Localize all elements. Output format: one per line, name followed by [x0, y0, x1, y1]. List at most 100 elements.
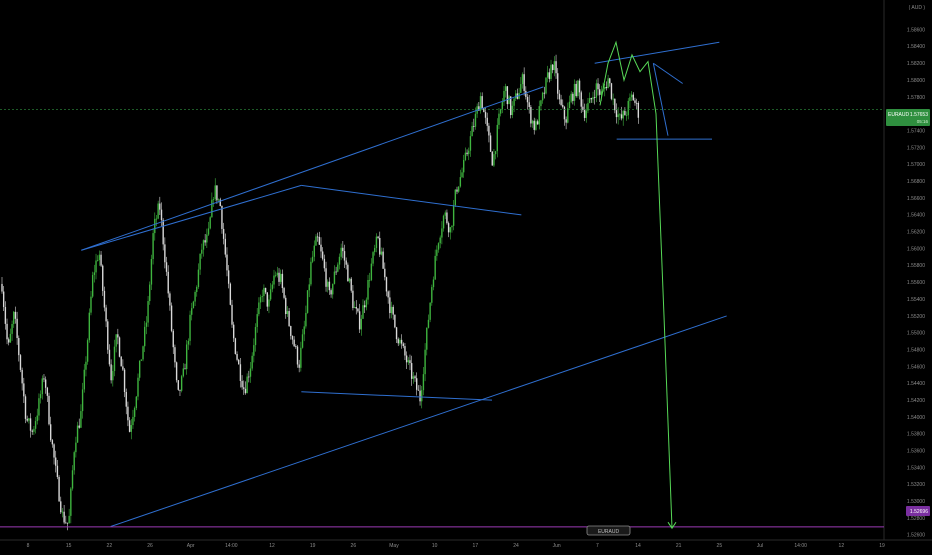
candle-body [177, 380, 179, 390]
candle-body [140, 359, 143, 361]
candle-body [211, 199, 213, 218]
candle-body [33, 428, 35, 432]
candle-body [26, 418, 28, 421]
candle-body [637, 102, 640, 118]
candle-body [629, 97, 631, 101]
x-tick-label: 17 [473, 543, 479, 549]
candle-body [607, 78, 609, 89]
candle-body [348, 278, 351, 282]
candle-body [259, 297, 262, 303]
candle-body [575, 83, 577, 97]
candle-body [18, 338, 20, 356]
y-tick-label: 1.52600 [907, 533, 925, 539]
candle-body [384, 268, 386, 278]
candle-body [463, 160, 465, 173]
candle-body [241, 380, 243, 388]
y-tick-label: 1.55400 [907, 297, 925, 303]
candle-body [23, 383, 25, 397]
candle-body [202, 240, 205, 250]
candle-body [365, 299, 368, 308]
candle-body [345, 260, 347, 265]
candle-body [180, 376, 183, 391]
candle-body [281, 273, 284, 289]
y-tick-label: 1.55200 [907, 314, 925, 320]
candle-body [620, 114, 623, 119]
y-tick-label: 1.55000 [907, 331, 925, 337]
candle-body [545, 77, 547, 94]
candle-body [526, 96, 529, 103]
x-tick-label: 24 [513, 543, 519, 549]
y-tick-label: 1.57000 [907, 162, 925, 168]
candle-body [31, 430, 33, 432]
candle-body [504, 86, 507, 91]
candle-body [251, 355, 253, 369]
candle-body [107, 321, 109, 350]
candle-body [305, 312, 307, 327]
candle-body [580, 92, 582, 107]
candle-body [506, 86, 509, 105]
candle-body [58, 477, 60, 502]
candle-body [570, 93, 572, 102]
candle-body [318, 237, 321, 245]
candle-body [615, 110, 618, 118]
candle-body [19, 355, 22, 370]
candle-body [113, 346, 116, 372]
candle-body [550, 64, 552, 79]
candle-body [488, 125, 490, 136]
chart-svg[interactable]: 1.58600 1.58400 1.58200 1.58000 1.57800 1.576… [0, 0, 932, 550]
x-tick-label: 26 [351, 543, 357, 549]
candle-body [355, 306, 357, 309]
candle-body [288, 311, 290, 327]
candle-body [429, 302, 431, 320]
candle-body [617, 114, 619, 118]
candle-body [452, 205, 455, 226]
y-tick-label: 1.54600 [907, 364, 925, 370]
y-tick-label: 1.56200 [907, 230, 925, 236]
candle-body [182, 368, 185, 377]
x-tick-label: 21 [676, 543, 682, 549]
candle-body [400, 339, 403, 344]
chart-area[interactable]: 1.58600 1.58400 1.58200 1.58000 1.57800 1.576… [0, 0, 932, 550]
candle-body [184, 368, 186, 370]
candle-body [444, 212, 446, 216]
candle-body [313, 245, 315, 257]
candle-body [115, 334, 117, 347]
candle-body [436, 249, 438, 256]
x-tick-label: 14 [635, 543, 641, 549]
candle-body [358, 311, 361, 330]
candle-body [310, 261, 312, 285]
candle-body [342, 247, 344, 252]
candle-body [353, 306, 356, 309]
candle-body [510, 96, 512, 116]
candle-body [538, 106, 540, 125]
candle-body [301, 334, 304, 348]
candle-body [523, 74, 525, 91]
x-tick-label: 7 [596, 543, 599, 549]
candle-body [315, 236, 317, 246]
candle-body [159, 203, 161, 210]
candle-body [352, 290, 354, 309]
candle-body [34, 421, 37, 429]
candle-body [194, 291, 196, 302]
y-tick-label: 1.54400 [907, 381, 925, 387]
x-tick-label: 14:00 [794, 543, 807, 549]
candle-body [367, 279, 369, 300]
y-tick-label: 1.58200 [907, 61, 925, 67]
candle-body [73, 452, 75, 471]
candle-body [610, 83, 613, 99]
candle-body [560, 99, 562, 105]
candle-body [461, 172, 463, 178]
candle-body [258, 302, 260, 315]
candle-body [489, 135, 492, 152]
candle-body [382, 251, 384, 269]
candle-body [263, 287, 265, 297]
candle-body [11, 323, 13, 334]
candle-body [380, 251, 383, 255]
candle-body [285, 297, 287, 315]
candle-body [68, 515, 70, 524]
candle-body [535, 121, 537, 130]
y-tick-label: 1.56400 [907, 213, 925, 219]
time-axis-label[interactable]: EURAUD [586, 525, 631, 536]
x-tick-label: Jun [553, 543, 561, 549]
candle-body [162, 219, 164, 245]
